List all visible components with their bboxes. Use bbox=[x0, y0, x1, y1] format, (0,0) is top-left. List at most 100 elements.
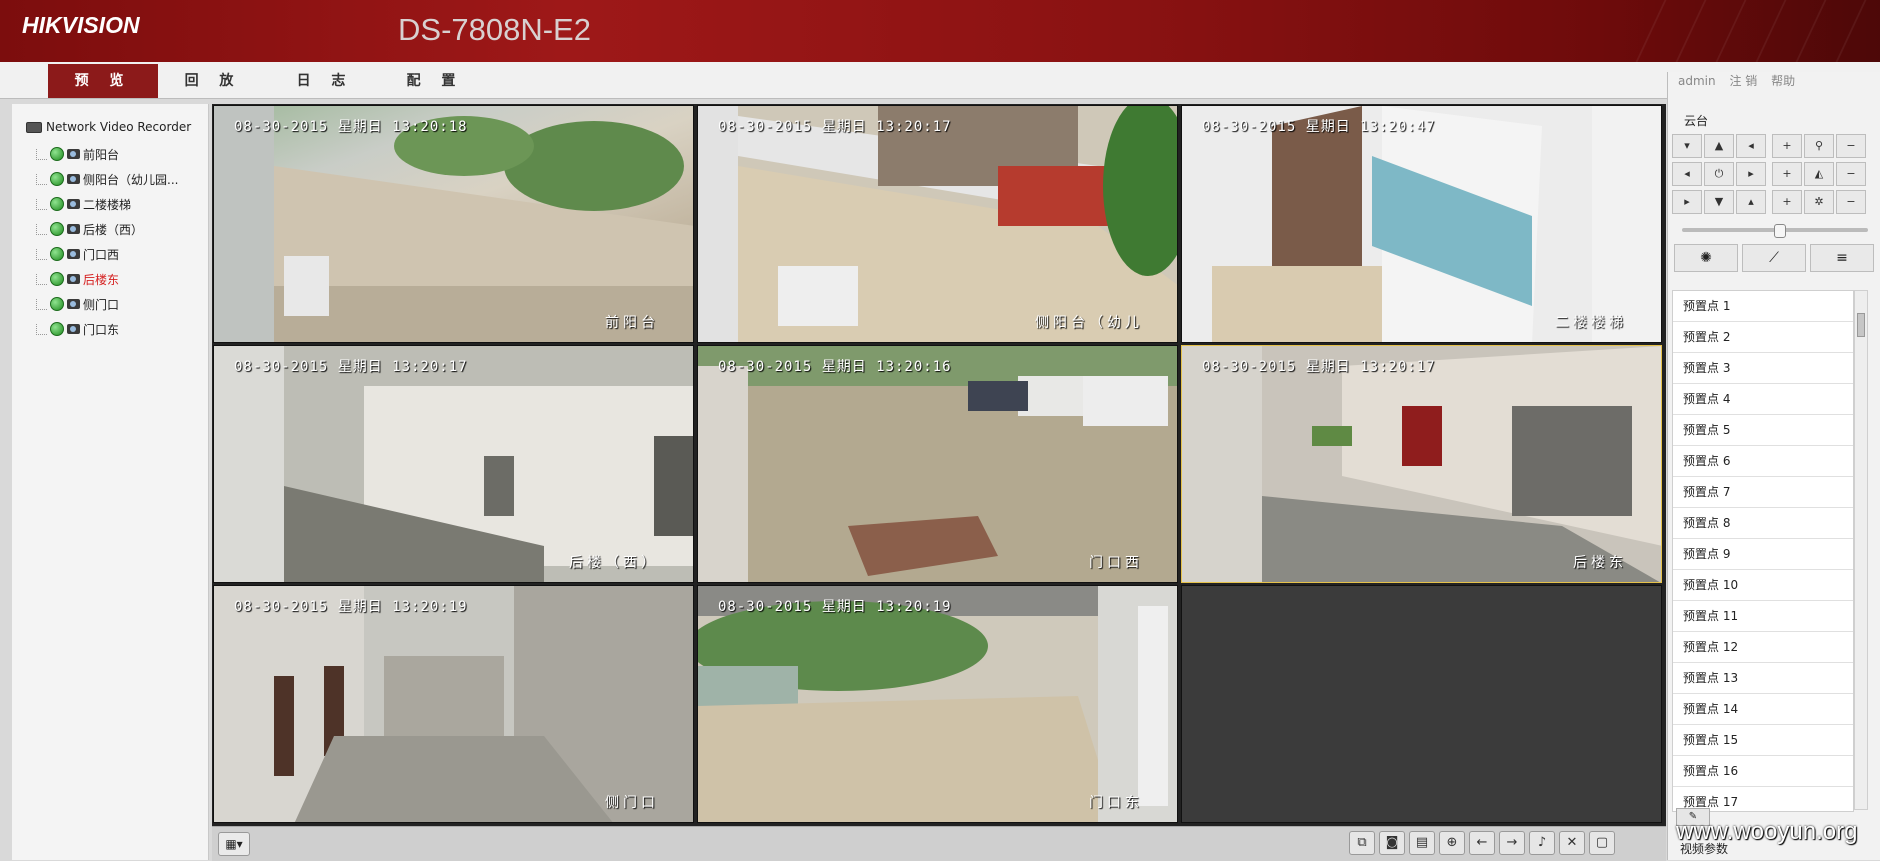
layout-select-button[interactable]: ▦▾ bbox=[218, 832, 250, 856]
stop-all-icon[interactable]: ⧉ bbox=[1349, 831, 1375, 855]
video-cell-selected[interactable]: 08-30-2015 星期日 13:20:17 后楼东 bbox=[1181, 345, 1662, 583]
menu-icon[interactable]: ≡ bbox=[1810, 244, 1874, 272]
tab-playback[interactable]: 回 放 bbox=[158, 64, 268, 98]
tree-branch-icon bbox=[36, 298, 47, 310]
preset-item[interactable]: 预置点 1 bbox=[1673, 291, 1853, 322]
light-icon[interactable]: ✺ bbox=[1674, 244, 1738, 272]
iris-open-icon[interactable]: + bbox=[1772, 190, 1802, 214]
tree-root[interactable]: Network Video Recorder bbox=[26, 120, 191, 134]
preset-item[interactable]: 预置点 2 bbox=[1673, 322, 1853, 353]
video-camera-name: 侧阳台（幼儿 bbox=[1035, 315, 1143, 331]
tab-config[interactable]: 配 置 bbox=[380, 64, 490, 98]
device-tree: Network Video Recorder 前阳台 侧阳台（幼儿园... 二楼… bbox=[12, 104, 209, 860]
ptz-left-icon[interactable]: ◂ bbox=[1672, 162, 1702, 186]
camera-item[interactable]: 前阳台 bbox=[36, 144, 119, 164]
camera-item[interactable]: 门口西 bbox=[36, 244, 119, 264]
camera-label: 前阳台 bbox=[83, 147, 120, 162]
preset-item[interactable]: 预置点 5 bbox=[1673, 415, 1853, 446]
ptz-up-right-icon[interactable]: ◂ bbox=[1736, 134, 1766, 158]
preset-item[interactable]: 预置点 7 bbox=[1673, 477, 1853, 508]
camera-item[interactable]: 二楼楼梯 bbox=[36, 194, 131, 214]
focus-far-icon[interactable]: − bbox=[1836, 162, 1866, 186]
tab-log[interactable]: 日 志 bbox=[270, 64, 380, 98]
preset-item[interactable]: 预置点 6 bbox=[1673, 446, 1853, 477]
tree-branch-icon bbox=[36, 323, 47, 335]
ptz-panel: 云台 ▾ ▲ ◂ + ⚲ − ◂ ⏻ ▸ + ◭ − ▸ ▼ ▴ + ✲ − ✺… bbox=[1667, 104, 1880, 860]
focus-icon[interactable]: ◭ bbox=[1804, 162, 1834, 186]
video-timestamp: 08-30-2015 星期日 13:20:19 bbox=[234, 599, 468, 615]
video-cell[interactable]: 08-30-2015 星期日 13:20:18 前阳台 bbox=[213, 105, 694, 343]
video-cell[interactable]: 08-30-2015 星期日 13:20:19 门口东 bbox=[697, 585, 1178, 823]
iris-close-icon[interactable]: − bbox=[1836, 190, 1866, 214]
tree-branch-icon bbox=[36, 148, 47, 160]
camera-item[interactable]: 后楼（西） bbox=[36, 219, 143, 239]
camera-item[interactable]: 门口东 bbox=[36, 319, 119, 339]
preset-item[interactable]: 预置点 4 bbox=[1673, 384, 1853, 415]
video-cell[interactable]: 08-30-2015 星期日 13:20:19 侧门口 bbox=[213, 585, 694, 823]
slider-knob[interactable] bbox=[1774, 224, 1786, 238]
video-camera-name: 前阳台 bbox=[605, 315, 659, 331]
prev-page-icon[interactable]: ← bbox=[1469, 831, 1495, 855]
ptz-auto-icon[interactable]: ⏻ bbox=[1704, 162, 1734, 186]
video-timestamp: 08-30-2015 星期日 13:20:17 bbox=[718, 119, 952, 135]
preset-item[interactable]: 预置点 11 bbox=[1673, 601, 1853, 632]
tab-preview[interactable]: 预 览 bbox=[48, 64, 158, 98]
preset-item[interactable]: 预置点 12 bbox=[1673, 632, 1853, 663]
focus-near-icon[interactable]: + bbox=[1772, 162, 1802, 186]
video-timestamp: 08-30-2015 星期日 13:20:19 bbox=[718, 599, 952, 615]
mute-icon[interactable]: ✕ bbox=[1559, 831, 1585, 855]
video-camera-name: 二楼楼梯 bbox=[1555, 315, 1627, 331]
zoom-icon[interactable]: ⚲ bbox=[1804, 134, 1834, 158]
video-feed-image bbox=[214, 106, 693, 342]
zoom-out-icon[interactable]: − bbox=[1836, 134, 1866, 158]
ptz-up-icon[interactable]: ▲ bbox=[1704, 134, 1734, 158]
tree-branch-icon bbox=[36, 173, 47, 185]
preset-scrollbar[interactable] bbox=[1854, 290, 1868, 810]
ptz-up-left-icon[interactable]: ▾ bbox=[1672, 134, 1702, 158]
ptz-speed-slider[interactable] bbox=[1682, 224, 1868, 238]
camera-icon bbox=[67, 324, 80, 334]
record-status-icon bbox=[50, 297, 64, 311]
preset-item[interactable]: 预置点 3 bbox=[1673, 353, 1853, 384]
camera-label: 后楼东 bbox=[83, 272, 120, 287]
logout-link[interactable]: 注 销 bbox=[1729, 74, 1757, 88]
preset-item[interactable]: 预置点 8 bbox=[1673, 508, 1853, 539]
help-link[interactable]: 帮助 bbox=[1771, 74, 1795, 88]
preset-item[interactable]: 预置点 15 bbox=[1673, 725, 1853, 756]
preset-item[interactable]: 预置点 9 bbox=[1673, 539, 1853, 570]
zoom-in-icon[interactable]: + bbox=[1772, 134, 1802, 158]
video-timestamp: 08-30-2015 星期日 13:20:47 bbox=[1202, 119, 1436, 135]
zoom-icon[interactable]: ⊕ bbox=[1439, 831, 1465, 855]
preset-item[interactable]: 预置点 13 bbox=[1673, 663, 1853, 694]
video-camera-name: 侧门口 bbox=[605, 795, 659, 811]
video-cell-empty[interactable] bbox=[1181, 585, 1662, 823]
record-status-icon bbox=[50, 197, 64, 211]
video-cell[interactable]: 08-30-2015 星期日 13:20:17 侧阳台（幼儿 bbox=[697, 105, 1178, 343]
camera-item[interactable]: 侧阳台（幼儿园... bbox=[36, 169, 178, 189]
ptz-right-icon[interactable]: ▸ bbox=[1736, 162, 1766, 186]
ptz-down-right-icon[interactable]: ▴ bbox=[1736, 190, 1766, 214]
camera-item[interactable]: 侧门口 bbox=[36, 294, 119, 314]
tree-branch-icon bbox=[36, 198, 47, 210]
ptz-down-icon[interactable]: ▼ bbox=[1704, 190, 1734, 214]
main-nav: 预 览 回 放 日 志 配 置 admin 注 销 帮助 bbox=[0, 62, 1880, 828]
video-cell[interactable]: 08-30-2015 星期日 13:20:17 后楼（西） bbox=[213, 345, 694, 583]
preset-item[interactable]: 预置点 16 bbox=[1673, 756, 1853, 787]
fullscreen-icon[interactable]: ▢ bbox=[1589, 831, 1615, 855]
record-icon[interactable]: ▤ bbox=[1409, 831, 1435, 855]
preset-item[interactable]: 预置点 10 bbox=[1673, 570, 1853, 601]
preset-item[interactable]: 预置点 14 bbox=[1673, 694, 1853, 725]
tree-branch-icon bbox=[36, 248, 47, 260]
iris-icon[interactable]: ✲ bbox=[1804, 190, 1834, 214]
capture-icon[interactable]: ◙ bbox=[1379, 831, 1405, 855]
app-header: HIKVISION DS-7808N-E2 bbox=[0, 0, 1880, 62]
camera-label: 侧门口 bbox=[83, 297, 120, 312]
wiper-icon[interactable]: ⟋ bbox=[1742, 244, 1806, 272]
microphone-icon[interactable]: ♪ bbox=[1529, 831, 1555, 855]
video-cell[interactable]: 08-30-2015 星期日 13:20:16 门口西 bbox=[697, 345, 1178, 583]
camera-item-selected[interactable]: 后楼东 bbox=[36, 269, 119, 289]
video-cell[interactable]: 08-30-2015 星期日 13:20:47 二楼楼梯 bbox=[1181, 105, 1662, 343]
ptz-down-left-icon[interactable]: ▸ bbox=[1672, 190, 1702, 214]
scrollbar-thumb[interactable] bbox=[1857, 313, 1865, 337]
next-page-icon[interactable]: → bbox=[1499, 831, 1525, 855]
